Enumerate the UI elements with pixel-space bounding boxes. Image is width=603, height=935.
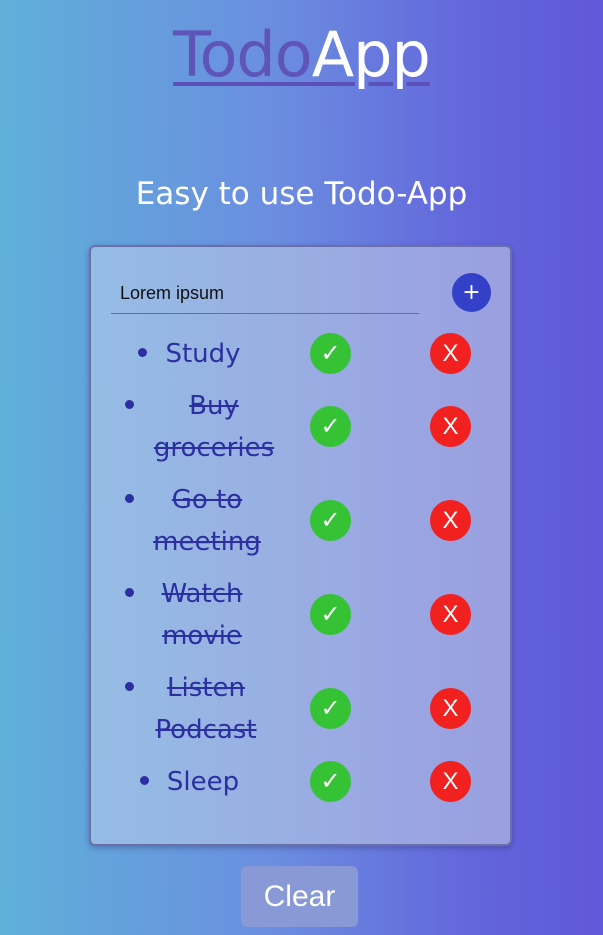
task-row: Buy groceries ✓ X <box>91 385 510 469</box>
task-text: Study <box>165 339 241 369</box>
logo-app: App <box>311 18 431 91</box>
delete-task-button[interactable]: X <box>430 406 471 447</box>
complete-task-button[interactable]: ✓ <box>310 500 351 541</box>
complete-task-button[interactable]: ✓ <box>310 333 351 374</box>
task-row: Go to meeting ✓ X <box>91 479 510 563</box>
complete-task-button[interactable]: ✓ <box>310 594 351 635</box>
todo-input[interactable] <box>111 275 419 311</box>
bullet-icon <box>125 400 134 409</box>
complete-task-button[interactable]: ✓ <box>310 761 351 802</box>
complete-task-button[interactable]: ✓ <box>310 688 351 729</box>
delete-task-button[interactable]: X <box>430 688 471 729</box>
task-text: Sleep <box>166 767 240 797</box>
app-logo: TodoApp <box>0 18 603 92</box>
todo-card: + Study ✓ X Buy groceries ✓ X Go to meet… <box>89 245 512 846</box>
clear-button[interactable]: Clear <box>241 866 358 927</box>
logo-todo: Todo <box>173 18 313 91</box>
delete-task-button[interactable]: X <box>430 594 471 635</box>
logo-text: TodoApp <box>173 18 431 92</box>
todo-input-wrapper <box>111 275 419 314</box>
task-row: Study ✓ X <box>91 333 510 375</box>
task-text: Watch movie <box>161 579 243 651</box>
delete-task-button[interactable]: X <box>430 333 471 374</box>
complete-task-button[interactable]: ✓ <box>310 406 351 447</box>
add-task-button[interactable]: + <box>452 273 491 312</box>
task-text: Go to meeting <box>153 485 261 557</box>
page-subtitle: Easy to use Todo-App <box>135 176 468 212</box>
task-text: Listen Podcast <box>155 673 257 745</box>
task-text: Buy groceries <box>153 391 275 463</box>
task-row: Watch movie ✓ X <box>91 573 510 657</box>
delete-task-button[interactable]: X <box>430 500 471 541</box>
task-row: Listen Podcast ✓ X <box>91 667 510 751</box>
task-row: Sleep ✓ X <box>91 761 510 803</box>
delete-task-button[interactable]: X <box>430 761 471 802</box>
